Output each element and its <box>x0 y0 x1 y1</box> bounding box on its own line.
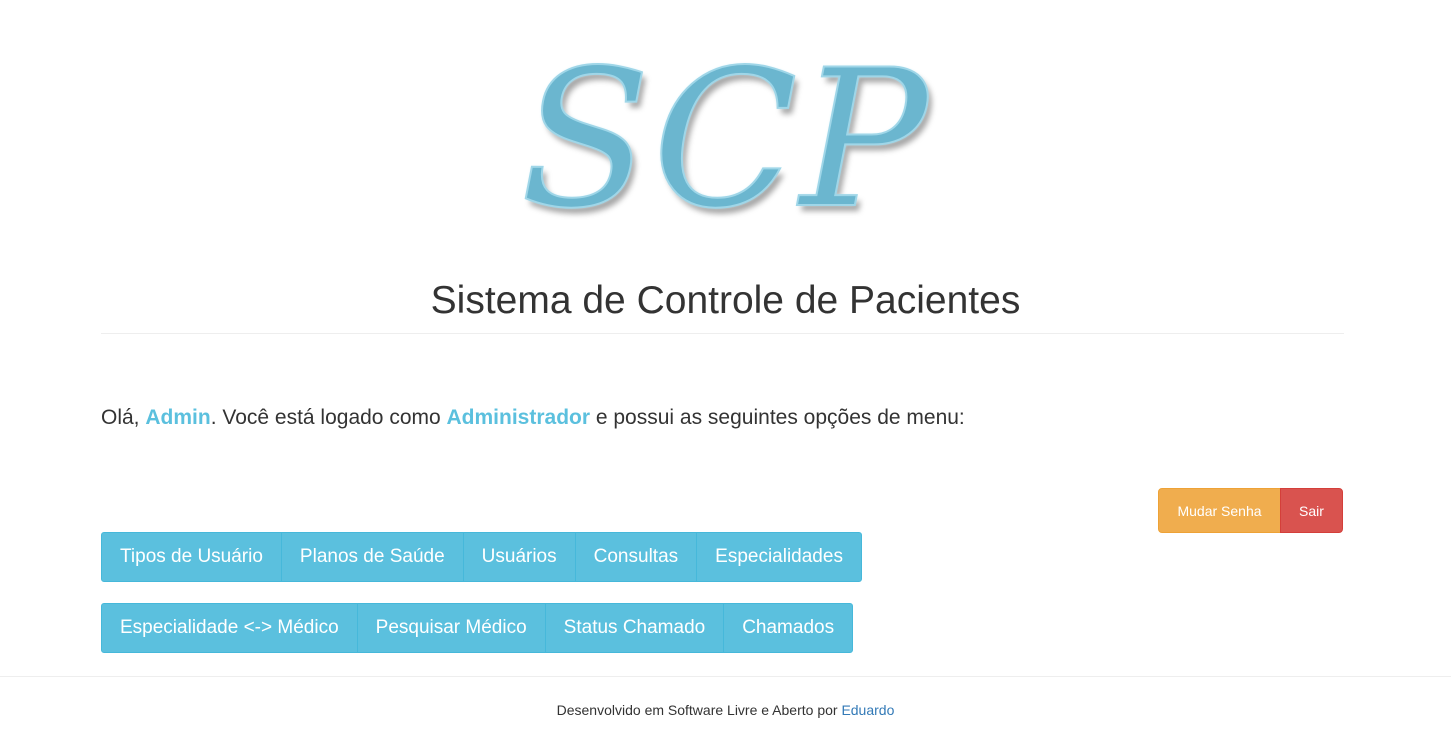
menu-ticket-status-button[interactable]: Status Chamado <box>544 603 725 653</box>
page: SCP Sistema de Controle de Pacientes Olá… <box>0 0 1451 747</box>
user-name: Admin <box>145 406 211 429</box>
logout-button[interactable]: Sair <box>1280 488 1343 533</box>
menu-search-doctor-button[interactable]: Pesquisar Médico <box>356 603 546 653</box>
menu-users-button[interactable]: Usuários <box>462 532 576 582</box>
greeting-middle: . Você está logado como <box>210 406 447 429</box>
menu-specialty-doctor-button[interactable]: Especialidade <-> Médico <box>101 603 358 653</box>
footer-author-link[interactable]: Eduardo <box>841 702 894 718</box>
footer-text: Desenvolvido em Software Livre e Aberto … <box>556 702 842 718</box>
scp-logo: SCP <box>519 29 930 250</box>
account-actions: Mudar Senha Sair <box>1158 488 1343 533</box>
menu-tickets-button[interactable]: Chamados <box>723 603 854 653</box>
menu-row-2: Especialidade <-> Médico Pesquisar Médic… <box>101 603 854 653</box>
menu-specialties-button[interactable]: Especialidades <box>696 532 862 582</box>
footer: Desenvolvido em Software Livre e Aberto … <box>0 676 1451 747</box>
header-divider <box>101 333 1344 334</box>
menu-row-1: Tipos de Usuário Planos de Saúde Usuário… <box>101 532 862 582</box>
user-role: Administrador <box>446 406 591 429</box>
menu-user-types-button[interactable]: Tipos de Usuário <box>101 532 282 582</box>
greeting-prefix: Olá, <box>101 406 146 429</box>
change-password-button[interactable]: Mudar Senha <box>1158 488 1281 533</box>
page-title: Sistema de Controle de Pacientes <box>430 279 1021 322</box>
footer-credits: Desenvolvido em Software Livre e Aberto … <box>0 701 1451 719</box>
welcome-message: Olá, Admin. Você está logado como Admini… <box>101 404 965 432</box>
menu-appointments-button[interactable]: Consultas <box>574 532 698 582</box>
menu-health-plans-button[interactable]: Planos de Saúde <box>280 532 464 582</box>
greeting-suffix: e possui as seguintes opções de menu: <box>590 406 965 429</box>
